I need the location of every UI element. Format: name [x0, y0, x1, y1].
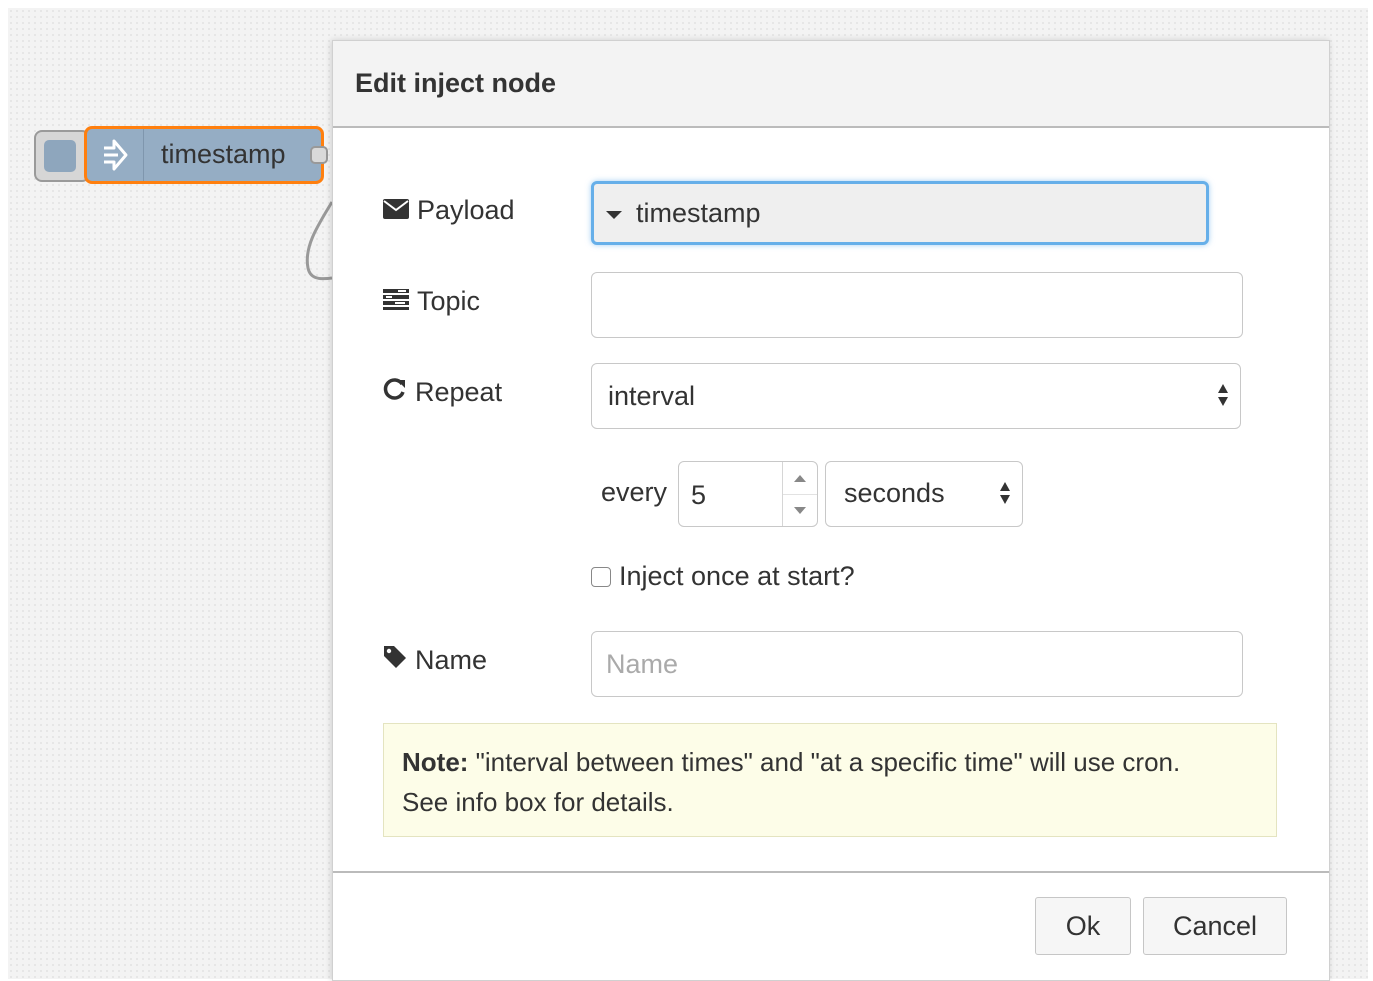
inject-once-checkbox[interactable]	[591, 566, 611, 587]
envelope-icon	[383, 195, 409, 226]
name-label: Name	[415, 645, 488, 675]
inject-node-body[interactable]: timestamp	[84, 126, 324, 184]
inject-once-row[interactable]: Inject once at start?	[591, 561, 855, 592]
interval-units-select[interactable]: seconds	[825, 461, 1023, 527]
inject-node-label: timestamp	[161, 139, 286, 169]
note-line2: See info box for details.	[402, 787, 674, 817]
stepper-down-button[interactable]	[783, 494, 817, 526]
interval-count-stepper[interactable]: 5	[678, 461, 818, 527]
repeat-select[interactable]: interval	[591, 363, 1241, 429]
inject-trigger-button-face	[44, 140, 76, 172]
select-arrows-icon	[1000, 482, 1010, 508]
name-label-row: Name	[383, 645, 487, 676]
note-text: "interval between times" and "at a speci…	[468, 747, 1181, 777]
triangle-up-icon	[794, 474, 806, 482]
topic-label-row: Topic	[383, 286, 480, 317]
interval-units-value: seconds	[844, 478, 945, 508]
dialog-title: Edit inject node	[333, 41, 1329, 128]
payload-label-row: Payload	[383, 195, 515, 226]
tag-icon	[383, 645, 407, 676]
name-input[interactable]	[591, 631, 1243, 697]
topic-input[interactable]	[591, 272, 1243, 338]
edit-inject-dialog: Edit inject node Payload timestamp Topic…	[332, 40, 1330, 981]
inject-once-label[interactable]: Inject once at start?	[619, 561, 855, 592]
stepper-up-button[interactable]	[783, 462, 817, 495]
inject-trigger-button[interactable]	[34, 130, 90, 182]
caret-down-icon[interactable]	[606, 211, 622, 219]
inject-node[interactable]: timestamp	[34, 126, 330, 184]
triangle-down-icon	[794, 506, 806, 514]
topic-label: Topic	[417, 286, 481, 316]
repeat-icon	[383, 377, 407, 408]
ok-button[interactable]: Ok	[1035, 897, 1131, 955]
cancel-button[interactable]: Cancel	[1143, 897, 1287, 955]
repeat-label-row: Repeat	[383, 377, 502, 408]
cron-note: Note: "interval between times" and "at a…	[383, 723, 1277, 837]
dialog-footer: Ok Cancel	[333, 871, 1329, 980]
payload-type-input[interactable]: timestamp	[591, 181, 1209, 245]
output-port[interactable]	[310, 146, 328, 164]
repeat-label: Repeat	[415, 377, 503, 407]
every-label: every	[601, 477, 668, 507]
inject-arrow-icon	[87, 129, 144, 181]
stepper	[782, 462, 817, 526]
note-bold: Note:	[402, 747, 469, 777]
payload-label: Payload	[417, 195, 515, 225]
tasks-icon	[383, 286, 409, 317]
repeat-value: interval	[608, 380, 696, 411]
select-arrows-icon	[1218, 384, 1228, 410]
payload-value: timestamp	[636, 197, 761, 228]
interval-count-value: 5	[691, 480, 707, 510]
